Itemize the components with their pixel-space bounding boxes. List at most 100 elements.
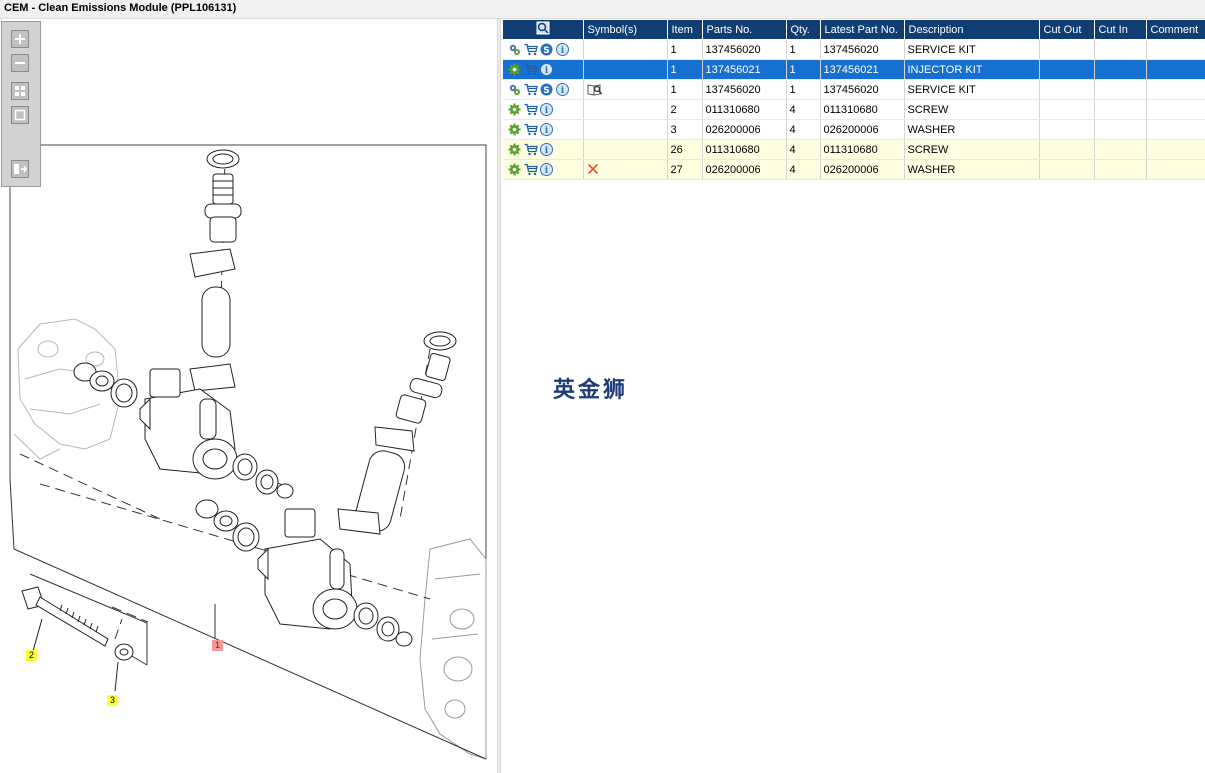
split-view-icon[interactable] bbox=[11, 160, 29, 178]
info-icon[interactable]: i bbox=[556, 43, 569, 56]
gear-icon[interactable] bbox=[508, 143, 521, 156]
zoom-in-icon[interactable] bbox=[11, 30, 29, 48]
fit-all-icon[interactable] bbox=[11, 82, 29, 100]
exploded-parts-drawing[interactable] bbox=[0, 19, 497, 773]
svg-text:i: i bbox=[545, 166, 549, 176]
info-icon[interactable]: i bbox=[540, 163, 553, 176]
gear-icon[interactable] bbox=[508, 103, 521, 116]
fit-window-icon[interactable] bbox=[11, 106, 29, 124]
info-icon[interactable]: i bbox=[540, 103, 553, 116]
description-cell: WASHER bbox=[904, 119, 1040, 140]
cut-out-cell bbox=[1039, 139, 1095, 160]
comment-cell bbox=[1146, 139, 1205, 160]
column-header-symbols[interactable]: Symbol(s) bbox=[583, 20, 668, 40]
gear-icon[interactable] bbox=[508, 63, 521, 76]
callout-2[interactable]: 2 bbox=[26, 650, 37, 661]
info-icon[interactable]: i bbox=[540, 63, 553, 76]
latest-part-no-cell: 137456020 bbox=[820, 79, 905, 100]
cut-in-cell bbox=[1094, 119, 1147, 140]
item-cell: 2 bbox=[667, 99, 703, 120]
svg-text:i: i bbox=[561, 86, 565, 96]
column-header-item[interactable]: Item bbox=[667, 20, 703, 40]
callout-1[interactable]: 1 bbox=[212, 640, 223, 651]
column-header-icons[interactable] bbox=[503, 20, 584, 40]
symbol-cell bbox=[583, 139, 668, 160]
cut-in-cell bbox=[1094, 59, 1147, 80]
column-header-qty[interactable]: Qty. bbox=[786, 20, 821, 40]
drawing-pane[interactable]: 1 2 3 bbox=[0, 19, 497, 773]
comment-cell bbox=[1146, 159, 1205, 180]
column-header-latest-part-no[interactable]: Latest Part No. bbox=[820, 20, 905, 40]
info-icon[interactable]: i bbox=[540, 143, 553, 156]
table-header: Symbol(s) Item Parts No. Qty. Latest Par… bbox=[503, 20, 1205, 40]
s-icon[interactable]: S bbox=[540, 83, 553, 96]
parts-no-cell: 026200006 bbox=[702, 119, 787, 140]
column-header-cut-in[interactable]: Cut In bbox=[1094, 20, 1147, 40]
cart-icon[interactable] bbox=[524, 83, 538, 96]
watermark: 英金狮 bbox=[553, 378, 629, 403]
info-icon[interactable]: i bbox=[540, 123, 553, 136]
svg-text:S: S bbox=[543, 46, 549, 56]
cut-in-cell bbox=[1094, 139, 1147, 160]
table-row[interactable]: i 2 011310680 4 011310680 SCREW bbox=[503, 99, 1205, 120]
description-cell: SCREW bbox=[904, 99, 1040, 120]
zoom-out-icon[interactable] bbox=[11, 54, 29, 72]
callout-3[interactable]: 3 bbox=[107, 695, 118, 706]
cut-out-cell bbox=[1039, 39, 1095, 60]
cut-out-cell bbox=[1039, 59, 1095, 80]
symbol-cell bbox=[583, 39, 668, 60]
info-icon[interactable]: i bbox=[556, 83, 569, 96]
comment-cell bbox=[1146, 119, 1205, 140]
svg-text:S: S bbox=[543, 86, 549, 96]
qty-cell: 1 bbox=[786, 79, 821, 100]
settings-icon[interactable] bbox=[508, 43, 521, 56]
qty-cell: 4 bbox=[786, 159, 821, 180]
settings-icon[interactable] bbox=[508, 83, 521, 96]
cut-in-cell bbox=[1094, 159, 1147, 180]
cross-icon[interactable] bbox=[587, 163, 600, 176]
cart-icon[interactable] bbox=[524, 43, 538, 56]
latest-part-no-cell: 137456020 bbox=[820, 39, 905, 60]
table-row[interactable]: i 26 011310680 4 011310680 SCREW bbox=[503, 139, 1205, 160]
gear-icon[interactable] bbox=[508, 163, 521, 176]
description-cell: SERVICE KIT bbox=[904, 79, 1040, 100]
column-header-cut-out[interactable]: Cut Out bbox=[1039, 20, 1095, 40]
comment-cell bbox=[1146, 79, 1205, 100]
table-row[interactable]: i 3 026200006 4 026200006 WASHER bbox=[503, 119, 1205, 140]
symbol-cell bbox=[583, 99, 668, 120]
qty-cell: 1 bbox=[786, 39, 821, 60]
s-icon[interactable]: S bbox=[540, 43, 553, 56]
book-search-icon[interactable] bbox=[587, 83, 602, 96]
cut-in-cell bbox=[1094, 99, 1147, 120]
latest-part-no-cell: 026200006 bbox=[820, 119, 905, 140]
cart-icon[interactable] bbox=[524, 123, 538, 136]
cart-icon[interactable] bbox=[524, 103, 538, 116]
table-row[interactable]: i 1 137456021 1 137456021 INJECTOR KIT bbox=[503, 59, 1205, 80]
parts-no-cell: 011310680 bbox=[702, 99, 787, 120]
svg-text:i: i bbox=[545, 106, 549, 116]
qty-cell: 4 bbox=[786, 139, 821, 160]
svg-text:i: i bbox=[545, 66, 549, 76]
column-header-comment[interactable]: Comment bbox=[1146, 20, 1205, 40]
item-cell: 26 bbox=[667, 139, 703, 160]
cut-in-cell bbox=[1094, 39, 1147, 60]
magnifier-icon[interactable] bbox=[536, 21, 550, 35]
column-header-parts-no[interactable]: Parts No. bbox=[702, 20, 787, 40]
qty-cell: 1 bbox=[786, 59, 821, 80]
zoom-toolbar bbox=[1, 21, 41, 187]
qty-cell: 4 bbox=[786, 119, 821, 140]
description-cell: SERVICE KIT bbox=[904, 39, 1040, 60]
qty-cell: 4 bbox=[786, 99, 821, 120]
parts-list-pane: Symbol(s) Item Parts No. Qty. Latest Par… bbox=[501, 19, 1205, 773]
gear-icon[interactable] bbox=[508, 123, 521, 136]
cart-icon[interactable] bbox=[524, 143, 538, 156]
table-row[interactable]: Si 1 137456020 1 137456020 SERVICE KIT bbox=[503, 79, 1205, 100]
cart-icon[interactable] bbox=[524, 163, 538, 176]
table-row[interactable]: Si 1 137456020 1 137456020 SERVICE KIT bbox=[503, 39, 1205, 60]
row-actions: i bbox=[503, 139, 584, 160]
item-cell: 1 bbox=[667, 59, 703, 80]
cart-icon[interactable] bbox=[524, 63, 538, 76]
parts-no-cell: 137456020 bbox=[702, 79, 787, 100]
column-header-description[interactable]: Description bbox=[904, 20, 1040, 40]
table-row[interactable]: i 27 026200006 4 026200006 WASHER bbox=[503, 159, 1205, 180]
